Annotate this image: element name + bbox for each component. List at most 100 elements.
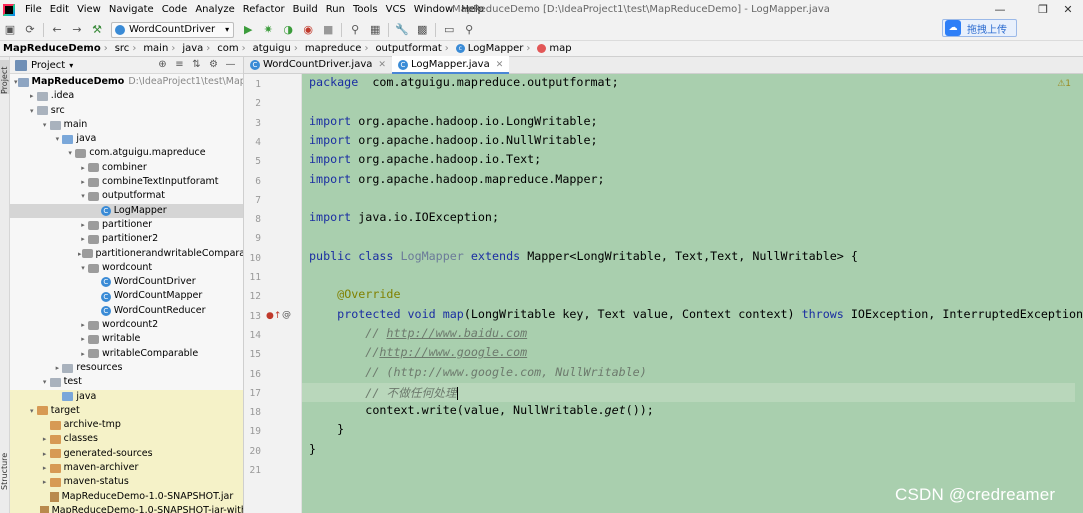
tree-item-maven-status[interactable]: ▸ maven-status [10, 475, 243, 490]
coverage-icon[interactable]: ◑ [280, 22, 296, 38]
tree-item-idea[interactable]: ▸ .idea [10, 89, 243, 103]
expand-icon[interactable]: ⇅ [188, 59, 205, 70]
tree-item-partitionerandwritablecomparab[interactable]: ▸ partitionerandwritableComparab [10, 247, 243, 261]
inspection-warnings[interactable]: ⚠1 [1057, 79, 1071, 89]
tree-item-outputformat[interactable]: ▾ outputformat [10, 189, 243, 203]
menu-item-vcs[interactable]: VCS [382, 0, 410, 19]
tree-item-combiner[interactable]: ▸ combiner [10, 161, 243, 175]
menu-item-window[interactable]: Window [410, 0, 457, 19]
breadcrumb-item[interactable]: MapReduceDemo › [0, 43, 113, 54]
stop-icon[interactable]: ■ [320, 22, 336, 38]
terminal-icon[interactable]: ▭ [441, 22, 457, 38]
tree-item-generated-sources[interactable]: ▸ generated-sources [10, 446, 243, 462]
tree-item-java[interactable]: ▾ java [10, 132, 243, 146]
chevron-right-icon[interactable]: ▸ [40, 447, 50, 461]
tree-item-archive-tmp[interactable]: archive-tmp [10, 418, 243, 433]
breadcrumb-item[interactable]: outputformat › [373, 43, 453, 54]
chevron-down-icon[interactable]: ▾ [27, 104, 37, 118]
close-tab-icon[interactable]: ✕ [378, 60, 386, 70]
tree-item-wordcountreducer[interactable]: C WordCountReducer [10, 304, 243, 318]
chevron-right-icon[interactable]: ▸ [78, 347, 88, 361]
back-icon[interactable]: ← [49, 22, 65, 38]
menu-item-tools[interactable]: Tools [349, 0, 382, 19]
tree-item-writable[interactable]: ▸ writable [10, 332, 243, 346]
profile-icon[interactable]: ◉ [300, 22, 316, 38]
chevron-down-icon[interactable]: ▾ [52, 132, 62, 146]
build-hammer-icon[interactable]: ⚒ [89, 22, 105, 38]
chevron-down-icon[interactable]: ▾ [78, 189, 88, 203]
chevron-down-icon[interactable]: ▾ [14, 75, 18, 89]
close-icon[interactable]: ✕ [1053, 0, 1083, 19]
debug-icon[interactable]: ✷ [260, 22, 276, 38]
menu-item-run[interactable]: Run [322, 0, 349, 19]
breadcrumb-item[interactable]: src › [113, 43, 142, 54]
tree-item-src[interactable]: ▾ src [10, 104, 243, 118]
chevron-down-icon[interactable]: ▾ [69, 61, 73, 70]
minimize-icon[interactable]: — [985, 0, 1015, 19]
structure-tool-window-tab[interactable]: Structure [0, 450, 10, 490]
chevron-right-icon[interactable]: ▸ [78, 232, 88, 246]
chevron-right-icon[interactable]: ▸ [40, 432, 50, 446]
implement-marker-icon[interactable]: ●↑ [266, 311, 281, 321]
tree-item-com-atguigu-mapreduce[interactable]: ▾ com.atguigu.mapreduce [10, 146, 243, 160]
run-icon[interactable]: ▶ [240, 22, 256, 38]
chevron-right-icon[interactable]: ▸ [78, 332, 88, 346]
sync-icon[interactable]: ⟳ [22, 22, 38, 38]
chevron-right-icon[interactable]: ▸ [78, 175, 88, 189]
tree-item-mapreducedemo[interactable]: ▾ MapReduceDemoD:\IdeaProject1\test\MapRe… [10, 75, 243, 89]
chevron-down-icon[interactable]: ▾ [40, 375, 50, 389]
menu-item-view[interactable]: View [73, 0, 105, 19]
gear-icon[interactable]: ⚙ [205, 59, 222, 70]
editor-tab-logmapper-java[interactable]: C LogMapper.java ✕ [391, 56, 510, 74]
menu-item-file[interactable]: File [21, 0, 46, 19]
project-tool-window-tab[interactable]: Project [0, 60, 10, 94]
breadcrumb-item[interactable]: c LogMapper › [454, 43, 536, 54]
tree-item-combinetextinputforamt[interactable]: ▸ combineTextInputforamt [10, 175, 243, 189]
chevron-right-icon[interactable]: ▸ [27, 89, 37, 103]
menu-item-edit[interactable]: Edit [46, 0, 73, 19]
tree-item-partitioner2[interactable]: ▸ partitioner2 [10, 232, 243, 246]
tree-item-classes[interactable]: ▸ classes [10, 432, 243, 447]
settings-wrench-icon[interactable]: 🔧 [394, 22, 410, 38]
tree-item-wordcountmapper[interactable]: C WordCountMapper [10, 289, 243, 303]
menu-item-refactor[interactable]: Refactor [239, 0, 289, 19]
chevron-right-icon[interactable]: ▸ [78, 218, 88, 232]
breadcrumb-item[interactable]: map [535, 43, 573, 54]
collapse-all-icon[interactable]: ≡ [171, 59, 188, 70]
breadcrumb-item[interactable]: com › [215, 43, 250, 54]
close-tab-icon[interactable]: ✕ [496, 60, 504, 70]
menu-item-navigate[interactable]: Navigate [105, 0, 158, 19]
tree-item-wordcount[interactable]: ▾ wordcount [10, 261, 243, 275]
tree-item-main[interactable]: ▾ main [10, 118, 243, 132]
chevron-right-icon[interactable]: ▸ [40, 475, 50, 489]
forward-icon[interactable]: → [69, 22, 85, 38]
chevron-right-icon[interactable]: ▸ [78, 318, 88, 332]
breadcrumb-item[interactable]: mapreduce › [303, 43, 374, 54]
locate-icon[interactable]: ⊕ [154, 59, 171, 70]
save-icon[interactable]: ▣ [2, 22, 18, 38]
menu-item-build[interactable]: Build [289, 0, 322, 19]
tree-item-resources[interactable]: ▸ resources [10, 361, 243, 375]
tree-item-logmapper[interactable]: C LogMapper [10, 203, 243, 218]
tree-item-test[interactable]: ▾ test [10, 375, 243, 389]
chevron-down-icon[interactable]: ▾ [40, 118, 50, 132]
menu-item-code[interactable]: Code [158, 0, 192, 19]
tree-item-mapreducedemo-1-0-snapshot-jar-with[interactable]: MapReduceDemo-1.0-SNAPSHOT-jar-with [10, 503, 243, 513]
tree-item-java[interactable]: java [10, 389, 243, 404]
run-configuration-select[interactable]: WordCountDriver ▾ [111, 21, 235, 38]
chevron-down-icon[interactable]: ▾ [27, 404, 37, 418]
structure-icon[interactable]: ▦ [367, 22, 383, 38]
chevron-down-icon[interactable]: ▾ [78, 261, 88, 275]
breadcrumb-item[interactable]: java › [180, 43, 215, 54]
editor-scrollbar[interactable] [1075, 74, 1083, 513]
tree-item-writablecomparable[interactable]: ▸ writableComparable [10, 347, 243, 361]
chevron-down-icon[interactable]: ▾ [65, 146, 75, 160]
tree-item-partitioner[interactable]: ▸ partitioner [10, 218, 243, 232]
breadcrumb-item[interactable]: atguigu › [251, 43, 303, 54]
chevron-right-icon[interactable]: ▸ [78, 247, 82, 261]
chevron-right-icon[interactable]: ▸ [52, 361, 62, 375]
override-marker-icon[interactable]: @ [282, 310, 291, 320]
tree-item-wordcountdriver[interactable]: C WordCountDriver [10, 275, 243, 289]
cloud-upload-button[interactable]: ☁ 拖拽上传 [942, 19, 1017, 37]
tree-item-mapreducedemo-1-0-snapshot-jar[interactable]: MapReduceDemo-1.0-SNAPSHOT.jar [10, 489, 243, 504]
